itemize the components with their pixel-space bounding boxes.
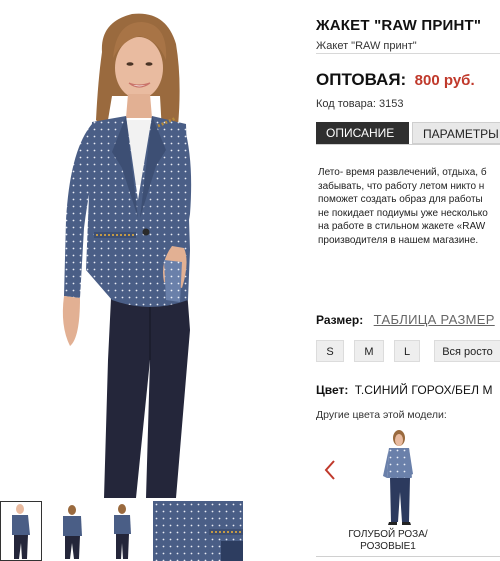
- size-button-all-heights[interactable]: Вся росто: [434, 340, 500, 362]
- description-line: не покидает подиумы уже несколько: [318, 207, 488, 219]
- product-title: ЖАКЕТ "RAW ПРИНТ": [316, 17, 482, 34]
- size-button-m[interactable]: M: [354, 340, 384, 362]
- divider: [316, 556, 500, 557]
- color-row: Цвет: Т.СИНИЙ ГОРОХ/БЕЛ М: [316, 383, 493, 397]
- color-variant-caption: ГОЛУБОЙ РОЗА/ РОЗОВЫЕ1: [332, 529, 444, 553]
- product-description: Лето- время развлечений, отдыха, б забыв…: [318, 166, 500, 247]
- thumbnail-2[interactable]: [52, 501, 92, 561]
- description-line: Лето- время развлечений, отдыха, б: [318, 167, 487, 178]
- thumbnail-1[interactable]: [0, 501, 42, 561]
- price-label: ОПТОВАЯ:: [316, 70, 407, 89]
- color-variant-thumbnail[interactable]: [345, 426, 455, 526]
- thumbnail-strip: [0, 501, 300, 561]
- divider: [316, 144, 500, 145]
- size-button-s[interactable]: S: [316, 340, 344, 362]
- size-row: Размер: ТАБЛИЦА РАЗМЕР: [316, 311, 495, 329]
- tab-parameters[interactable]: ПАРАМЕТРЫ: [412, 122, 500, 144]
- description-line: производителя в нашем магазине.: [318, 234, 479, 246]
- size-table-link[interactable]: ТАБЛИЦА РАЗМЕР: [374, 312, 495, 327]
- description-line: на работе в стильном жакете «RAW: [318, 221, 486, 232]
- thumbnail-3[interactable]: [102, 501, 142, 561]
- variant-caption-line: ГОЛУБОЙ РОЗА/: [348, 529, 428, 540]
- size-button-l[interactable]: L: [394, 340, 420, 362]
- variant-caption-line: РОЗОВЫЕ1: [360, 541, 416, 552]
- product-sku: Код товара: 3153: [316, 98, 404, 110]
- price-value: 800 руб.: [414, 72, 475, 89]
- size-label: Размер:: [316, 313, 364, 327]
- description-line: забывать, что работу летом никто н: [318, 180, 485, 192]
- other-colors-label: Другие цвета этой модели:: [316, 409, 447, 421]
- color-value: Т.СИНИЙ ГОРОХ/БЕЛ М: [354, 383, 493, 397]
- thumbnail-4-detail[interactable]: [153, 501, 243, 561]
- description-line: поможет создать образ для работы: [318, 194, 483, 205]
- tab-description[interactable]: ОПИСАНИЕ: [316, 122, 409, 144]
- chevron-left-icon[interactable]: [322, 459, 338, 481]
- product-main-photo[interactable]: [0, 0, 300, 498]
- divider: [316, 53, 500, 54]
- color-label: Цвет:: [316, 383, 349, 397]
- product-subtitle: Жакет "RAW принт": [316, 40, 417, 52]
- product-tabs: ОПИСАНИЕ ПАРАМЕТРЫ: [316, 122, 500, 144]
- price-row: ОПТОВАЯ: 800 руб.: [316, 70, 475, 90]
